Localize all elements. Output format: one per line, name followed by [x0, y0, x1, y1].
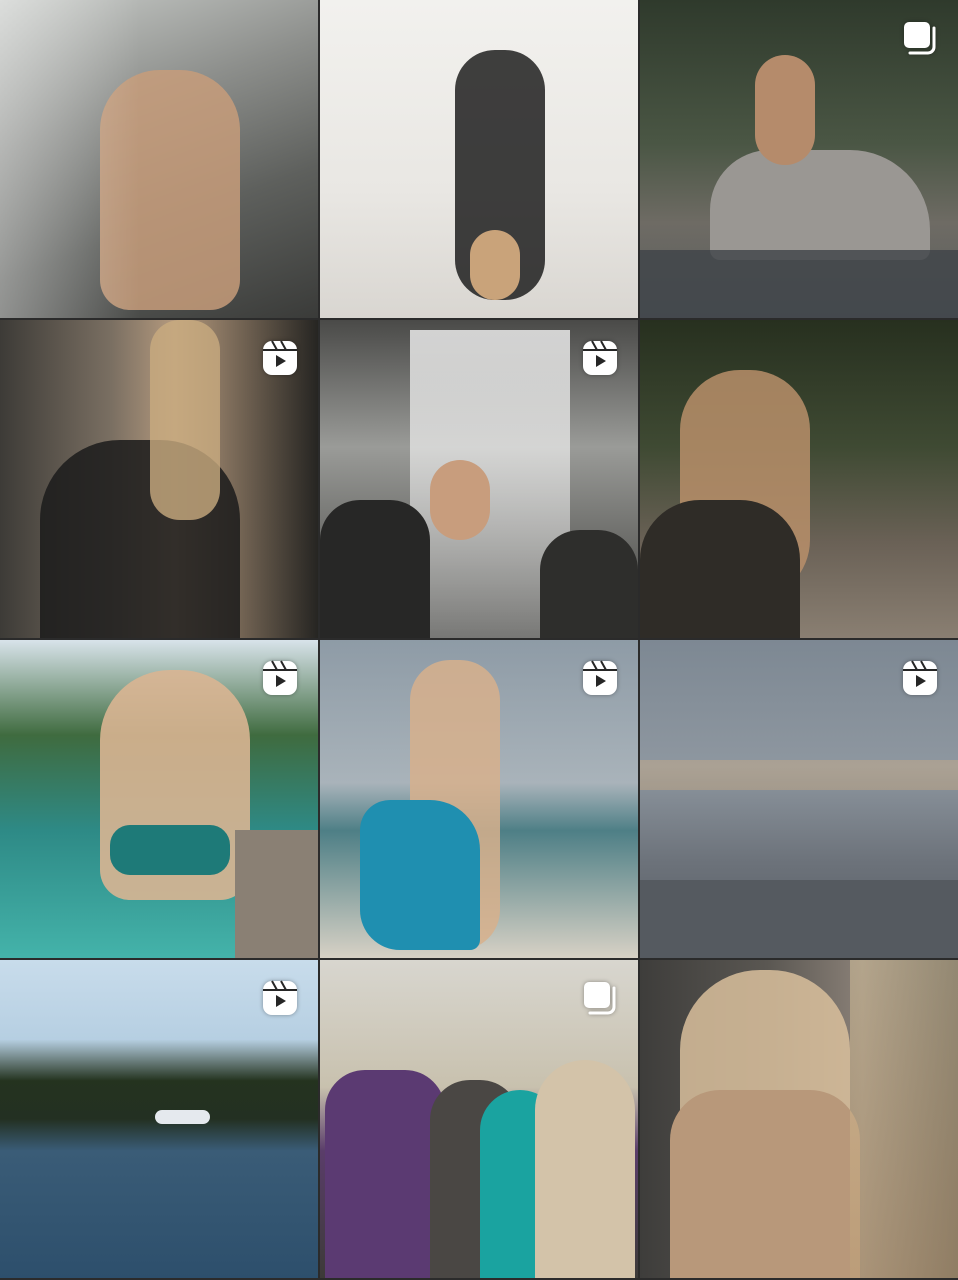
post-tile-1[interactable]: [0, 0, 318, 318]
carousel-icon: [580, 978, 620, 1018]
reel-icon: [900, 658, 940, 698]
reel-icon: [260, 338, 300, 378]
post-tile-12[interactable]: [640, 960, 958, 1278]
post-tile-10[interactable]: [0, 960, 318, 1278]
post-photo: [640, 320, 958, 638]
post-tile-6[interactable]: [640, 320, 958, 638]
post-photo: [640, 960, 958, 1278]
post-tile-11[interactable]: [320, 960, 638, 1278]
post-photo: [320, 0, 638, 318]
reel-icon: [260, 978, 300, 1018]
reel-icon: [580, 338, 620, 378]
post-photo: [0, 0, 318, 318]
carousel-icon: [900, 18, 940, 58]
post-tile-7[interactable]: [0, 640, 318, 958]
post-tile-2[interactable]: [320, 0, 638, 318]
reel-icon: [580, 658, 620, 698]
post-tile-8[interactable]: [320, 640, 638, 958]
post-tile-3[interactable]: [640, 0, 958, 318]
posts-grid: [0, 0, 958, 1280]
reel-icon: [260, 658, 300, 698]
post-tile-9[interactable]: [640, 640, 958, 958]
post-tile-4[interactable]: [0, 320, 318, 638]
post-tile-5[interactable]: [320, 320, 638, 638]
